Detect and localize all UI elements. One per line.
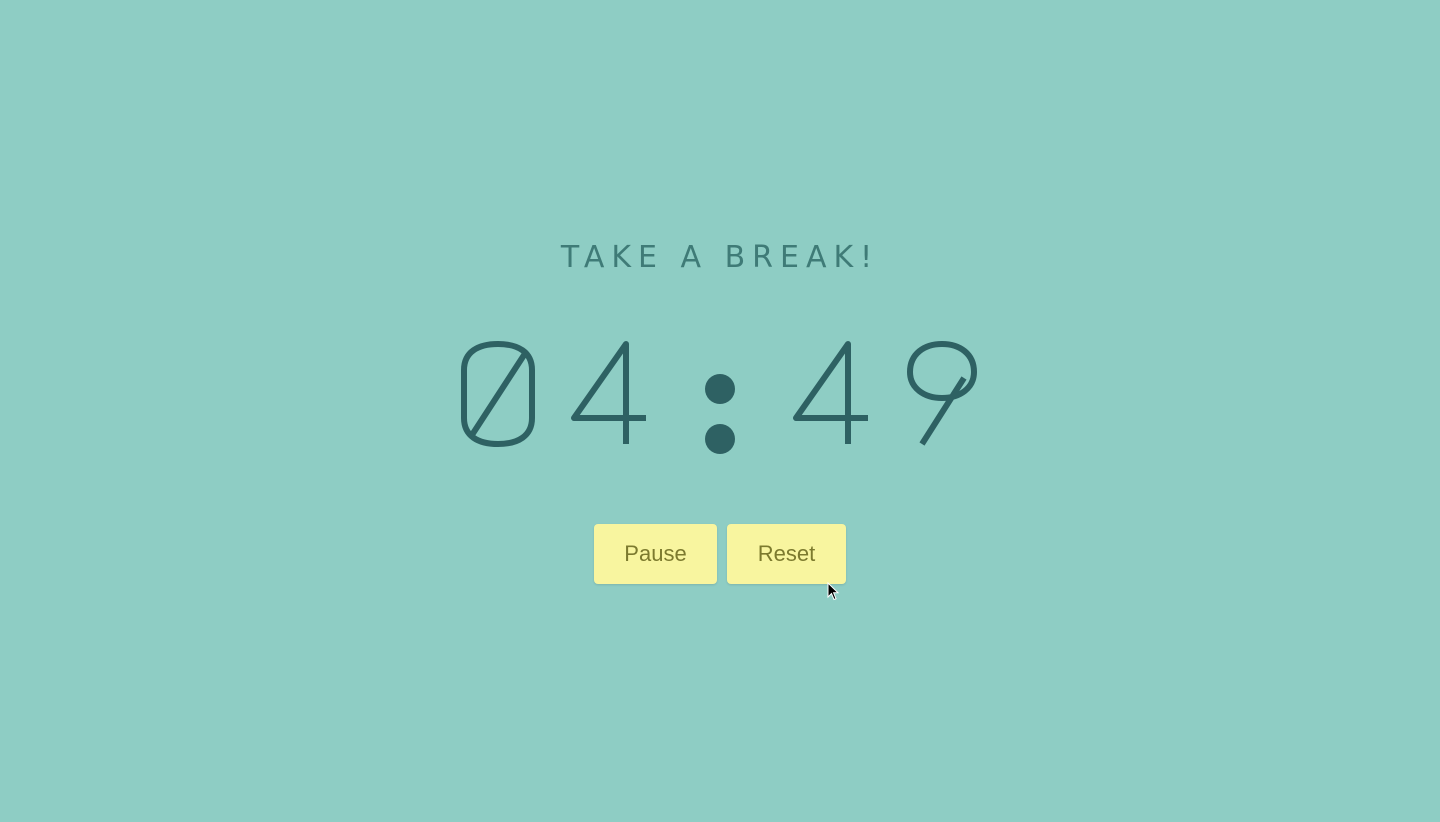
reset-button[interactable]: Reset xyxy=(727,524,846,584)
timer-digit xyxy=(461,341,535,447)
timer-digit xyxy=(571,341,646,444)
countdown-timer: 04:49 xyxy=(440,334,1000,464)
timer-colon xyxy=(705,374,735,454)
timer-digits xyxy=(461,341,977,454)
pause-button[interactable]: Pause xyxy=(594,524,717,584)
mouse-cursor-icon xyxy=(827,582,840,601)
timer-controls: Pause Reset xyxy=(0,524,1440,584)
timer-digit xyxy=(793,341,868,444)
break-heading: TAKE A BREAK! xyxy=(560,240,880,275)
timer-digit xyxy=(907,341,977,446)
